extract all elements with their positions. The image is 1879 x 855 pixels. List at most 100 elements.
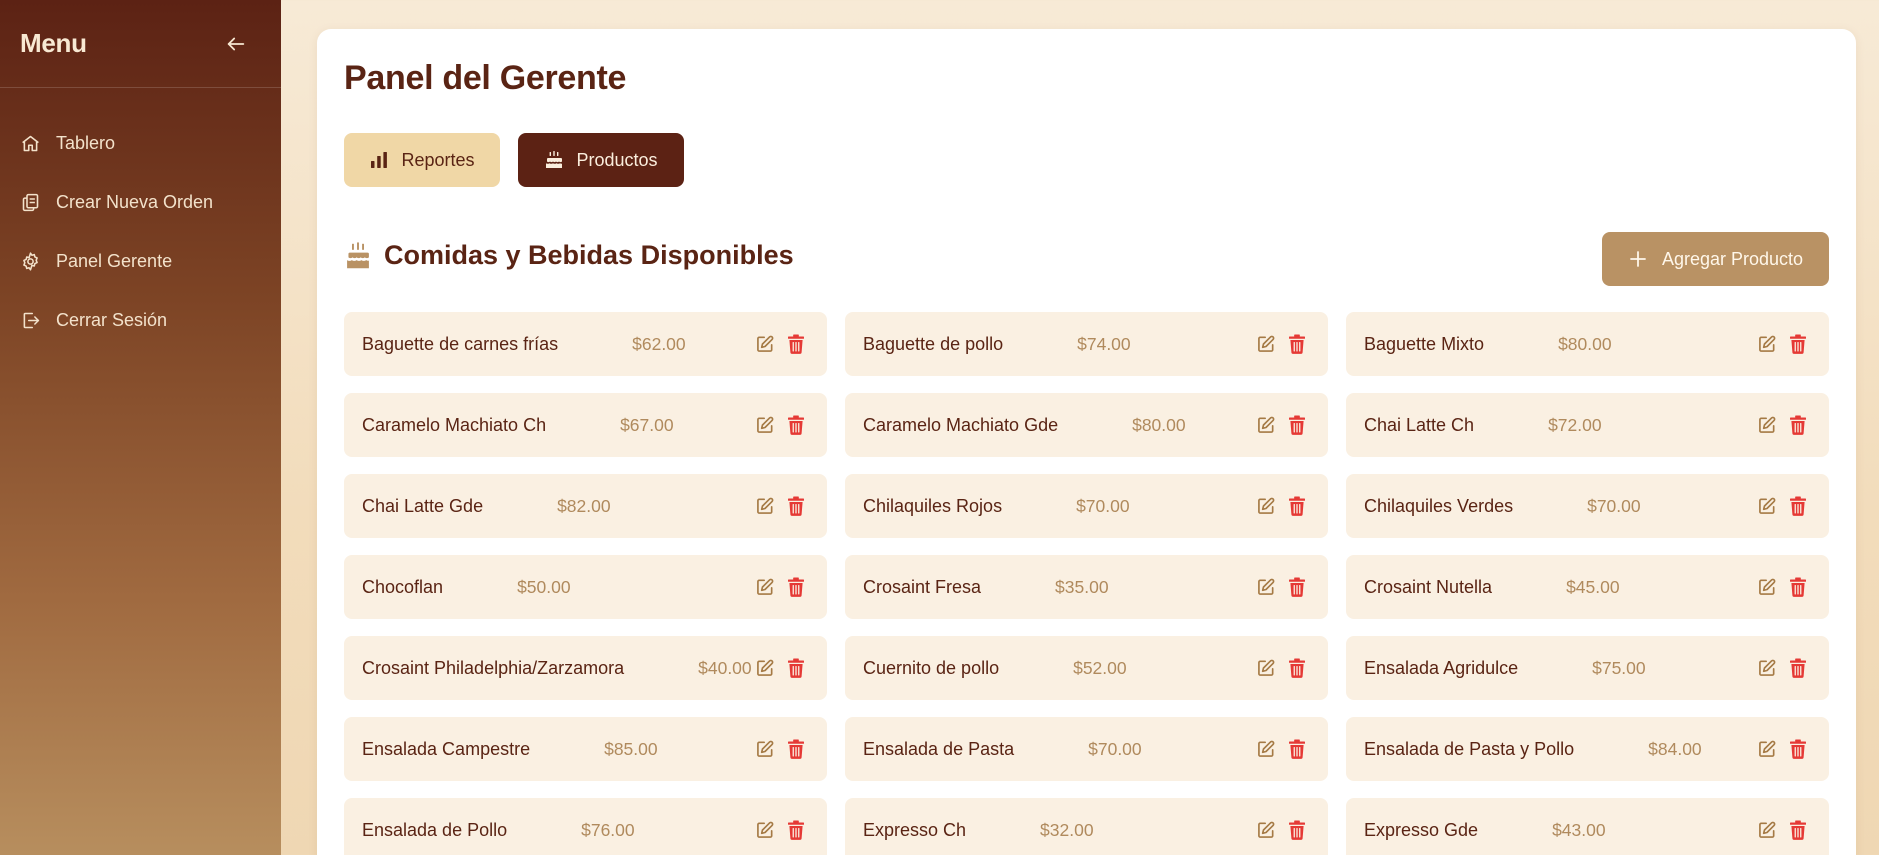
cake-icon: [347, 241, 369, 268]
product-name: Expresso Gde: [1364, 819, 1479, 840]
edit-icon[interactable]: [1256, 658, 1276, 678]
trash-icon[interactable]: [1288, 820, 1306, 840]
trash-icon[interactable]: [787, 496, 805, 516]
product-actions: [1757, 798, 1807, 855]
product-price: $80.00: [1132, 414, 1186, 435]
edit-icon[interactable]: [755, 334, 775, 354]
product-actions: [1757, 717, 1807, 781]
trash-icon[interactable]: [787, 820, 805, 840]
edit-icon[interactable]: [755, 496, 775, 516]
product-card: Baguette de carnes frías $62.00: [344, 312, 827, 376]
trash-icon[interactable]: [787, 658, 805, 678]
tab-label: Reportes: [401, 149, 475, 170]
edit-icon[interactable]: [1757, 496, 1777, 516]
product-actions: [755, 393, 805, 457]
product-price: $70.00: [1088, 738, 1142, 759]
collapse-arrow-icon[interactable]: [225, 33, 247, 55]
product-card: Chai Latte Gde $82.00: [344, 474, 827, 538]
product-card: Ensalada de Pasta y Pollo $84.00: [1346, 717, 1829, 781]
product-price: $76.00: [581, 819, 635, 840]
trash-icon[interactable]: [787, 577, 805, 597]
edit-icon[interactable]: [1256, 739, 1276, 759]
sidebar-item-tablero[interactable]: Tablero: [0, 114, 281, 173]
trash-icon[interactable]: [1789, 577, 1807, 597]
product-card: Ensalada de Pollo $76.00: [344, 798, 827, 855]
product-card: Ensalada Agridulce $75.00: [1346, 636, 1829, 700]
product-card: Baguette de pollo $74.00: [845, 312, 1328, 376]
tab-reportes[interactable]: Reportes: [344, 133, 500, 187]
trash-icon[interactable]: [1288, 577, 1306, 597]
product-name: Caramelo Machiato Gde: [863, 414, 1059, 435]
section-title: Comidas y Bebidas Disponibles: [384, 240, 794, 270]
product-name: Crosaint Fresa: [863, 576, 982, 597]
product-price: $32.00: [1040, 819, 1094, 840]
trash-icon[interactable]: [1288, 415, 1306, 435]
product-actions: [1256, 717, 1306, 781]
edit-icon[interactable]: [755, 658, 775, 678]
edit-icon[interactable]: [755, 415, 775, 435]
product-actions: [755, 717, 805, 781]
trash-icon[interactable]: [1789, 739, 1807, 759]
product-name: Ensalada de Pollo: [362, 819, 508, 840]
product-actions: [1256, 393, 1306, 457]
trash-icon[interactable]: [1789, 496, 1807, 516]
trash-icon[interactable]: [1789, 658, 1807, 678]
product-price: $80.00: [1558, 333, 1612, 354]
edit-icon[interactable]: [1757, 577, 1777, 597]
product-price: $84.00: [1648, 738, 1702, 759]
page-title: Panel del Gerente: [344, 59, 627, 97]
product-price: $85.00: [604, 738, 658, 759]
add-product-button[interactable]: Agregar Producto: [1602, 232, 1829, 286]
sidebar-item-cerrar-sesion[interactable]: Cerrar Sesión: [0, 291, 281, 350]
edit-icon[interactable]: [1757, 820, 1777, 840]
trash-icon[interactable]: [787, 415, 805, 435]
product-price: $74.00: [1077, 333, 1131, 354]
product-card: Ensalada Campestre $85.00: [344, 717, 827, 781]
trash-icon[interactable]: [1288, 658, 1306, 678]
tab-productos[interactable]: Productos: [518, 133, 684, 187]
sidebar-item-crear-nueva-orden[interactable]: Crear Nueva Orden: [0, 173, 281, 232]
sidebar: Menu Tablero Crear Nueva Orden Panel Ger…: [0, 0, 281, 855]
edit-icon[interactable]: [1256, 334, 1276, 354]
trash-icon[interactable]: [1288, 739, 1306, 759]
edit-icon[interactable]: [1757, 739, 1777, 759]
trash-icon[interactable]: [1288, 334, 1306, 354]
sidebar-title: Menu: [20, 28, 87, 58]
product-price: $35.00: [1055, 576, 1109, 597]
trash-icon[interactable]: [787, 739, 805, 759]
edit-icon[interactable]: [1256, 496, 1276, 516]
edit-icon[interactable]: [1757, 658, 1777, 678]
edit-icon[interactable]: [1256, 415, 1276, 435]
trash-icon[interactable]: [1789, 334, 1807, 354]
edit-icon[interactable]: [1757, 334, 1777, 354]
product-name: Ensalada de Pasta y Pollo: [1364, 738, 1575, 759]
edit-icon[interactable]: [755, 820, 775, 840]
clipboard-copy-icon: [22, 193, 39, 212]
edit-icon[interactable]: [755, 739, 775, 759]
product-actions: [755, 636, 805, 700]
sidebar-item-panel-gerente[interactable]: Panel Gerente: [0, 232, 281, 291]
product-name: Crosaint Nutella: [1364, 576, 1493, 597]
product-card: Caramelo Machiato Ch $67.00: [344, 393, 827, 457]
edit-icon[interactable]: [1757, 415, 1777, 435]
trash-icon[interactable]: [787, 334, 805, 354]
sidebar-item-label: Crear Nueva Orden: [56, 192, 214, 212]
product-price: $70.00: [1587, 495, 1641, 516]
product-actions: [755, 474, 805, 538]
product-card: Chocoflan $50.00: [344, 555, 827, 619]
edit-icon[interactable]: [755, 577, 775, 597]
edit-icon[interactable]: [1256, 577, 1276, 597]
edit-icon[interactable]: [1256, 820, 1276, 840]
product-actions: [1256, 798, 1306, 855]
product-card: Expresso Gde $43.00: [1346, 798, 1829, 855]
trash-icon[interactable]: [1789, 820, 1807, 840]
trash-icon[interactable]: [1288, 496, 1306, 516]
product-name: Ensalada Agridulce: [1364, 657, 1519, 678]
trash-icon[interactable]: [1789, 415, 1807, 435]
product-name: Chai Latte Gde: [362, 495, 484, 516]
product-price: $75.00: [1592, 657, 1646, 678]
section-header: Comidas y Bebidas Disponibles: [344, 240, 794, 271]
sidebar-header: Menu: [0, 0, 281, 88]
product-actions: [755, 555, 805, 619]
main-panel: Panel del Gerente Reportes Productos Com…: [317, 29, 1856, 855]
